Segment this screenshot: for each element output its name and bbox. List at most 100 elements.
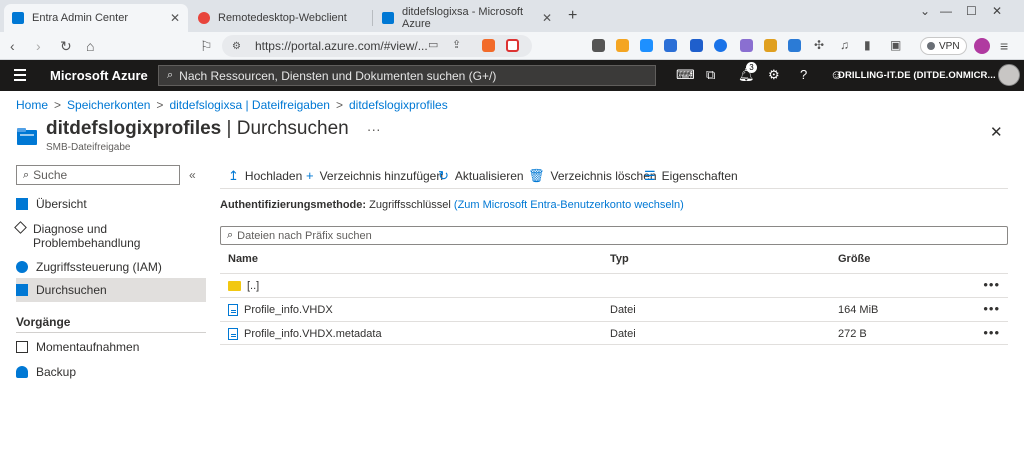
close-blade-icon[interactable]: ✕ [990, 123, 1003, 141]
tab-entra-admin-center[interactable]: Entra Admin Center ✕ [4, 4, 188, 32]
lock-icon[interactable] [764, 39, 777, 52]
bookmark-icon[interactable]: ⚐ [200, 38, 213, 55]
help-icon[interactable]: ? [800, 67, 807, 82]
wallet-icon[interactable]: ▣ [890, 38, 901, 52]
maximize-icon[interactable]: ☐ [966, 4, 977, 18]
back-icon[interactable]: ‹ [10, 38, 15, 54]
menu-item-label: Übersicht [36, 197, 87, 211]
portal-brand[interactable]: Microsoft Azure [50, 68, 148, 83]
menu-item-overview[interactable]: Übersicht [16, 197, 206, 213]
minimize-icon[interactable]: — [940, 4, 952, 18]
extension-icon[interactable] [640, 39, 653, 52]
row-name[interactable]: [..] [228, 280, 259, 292]
properties-button[interactable]: ☰ Eigenschaften [644, 168, 738, 184]
directory-filter-icon[interactable]: ⧉ [706, 67, 715, 83]
breadcrumb-separator: > [335, 98, 343, 112]
collapse-menu-icon[interactable]: « [189, 168, 196, 182]
extension-icon[interactable] [616, 39, 629, 52]
vpn-button[interactable]: VPN [920, 37, 967, 55]
row-name[interactable]: Profile_info.VHDX [228, 304, 333, 316]
brave-shield-icon[interactable] [482, 39, 495, 52]
prefix-search-input[interactable]: ⌕ Dateien nach Präfix suchen [220, 226, 1008, 245]
menu-search-input[interactable]: ⌕ Suche [16, 165, 180, 185]
menu-item-browse[interactable]: Durchsuchen [16, 278, 206, 302]
reload-icon[interactable]: ↻ [60, 38, 72, 55]
chevron-down-icon[interactable]: ⌄ [920, 4, 930, 18]
table-row[interactable]: Profile_info.VHDX Datei 164 MiB ••• [220, 297, 1008, 321]
file-share-icon [17, 128, 37, 145]
close-icon[interactable]: ✕ [170, 11, 180, 25]
menu-icon[interactable]: ≡ [1000, 38, 1008, 54]
home-icon[interactable]: ⌂ [86, 38, 94, 54]
row-type: Datei [610, 304, 636, 316]
row-name[interactable]: Profile_info.VHDX.metadata [228, 328, 382, 340]
command-label: Aktualisieren [454, 169, 524, 183]
new-tab-icon[interactable]: + [568, 7, 577, 25]
row-more-icon[interactable]: ••• [983, 325, 1000, 340]
site-info-icon[interactable]: ⚙ [232, 41, 241, 52]
puzzle-icon[interactable]: ✣ [814, 38, 824, 52]
more-options-icon[interactable]: ··· [367, 121, 381, 137]
menu-item-label: Backup [36, 365, 77, 379]
user-avatar[interactable] [998, 64, 1020, 86]
delete-directory-button[interactable]: 🗑︎ Verzeichnis löschen [528, 168, 657, 184]
menu-item-label: Diagnose und Problembehandlung [33, 222, 141, 250]
breadcrumb-share[interactable]: ditdefslogixprofiles [349, 98, 448, 112]
tab-divider [372, 10, 373, 26]
column-header-size[interactable]: Größe [838, 253, 870, 265]
extension-icon[interactable] [664, 39, 677, 52]
global-search-input[interactable]: ⌕ Nach Ressourcen, Diensten und Dokument… [158, 65, 656, 86]
breadcrumb-separator: > [156, 98, 164, 112]
close-window-icon[interactable]: ✕ [992, 4, 1002, 18]
entra-favicon-icon [12, 12, 24, 24]
settings-gear-icon[interactable]: ⚙ [768, 67, 780, 83]
resource-name: ditdefslogixprofiles [46, 118, 222, 139]
tab-azure[interactable]: ditdefslogixsa - Microsoft Azure ✕ [374, 4, 560, 32]
overview-icon [16, 198, 28, 210]
upload-button[interactable]: ↥ Hochladen [228, 168, 302, 184]
search-icon: ⌕ [227, 229, 234, 241]
menu-item-snapshots[interactable]: Momentaufnahmen [16, 340, 206, 356]
table-row[interactable]: [..] ••• [220, 273, 1008, 297]
extension-icon[interactable] [740, 39, 753, 52]
wrench-icon [14, 221, 27, 234]
switch-auth-link[interactable]: (Zum Microsoft Entra-Benutzerkonto wechs… [454, 199, 684, 211]
row-name-text: [..] [247, 280, 260, 292]
breadcrumb-home[interactable]: Home [16, 98, 48, 112]
extension-icon[interactable] [592, 39, 605, 52]
extension-icon[interactable] [690, 39, 703, 52]
profile-avatar[interactable] [974, 38, 990, 54]
menu-item-iam[interactable]: Zugriffssteuerung (IAM) [16, 260, 206, 276]
menu-item-label: Momentaufnahmen [36, 340, 140, 354]
forward-icon[interactable]: › [36, 38, 41, 54]
column-header-type[interactable]: Typ [610, 253, 629, 265]
menu-item-label: Durchsuchen [36, 283, 107, 297]
extension-icon[interactable] [714, 39, 727, 52]
menu-item-backup[interactable]: Backup [16, 365, 206, 381]
refresh-button[interactable]: ↻ Aktualisieren [438, 168, 524, 184]
brave-rewards-icon[interactable] [506, 39, 519, 52]
breadcrumb-file-shares[interactable]: ditdefslogixsa | Dateifreigaben [169, 98, 330, 112]
cloud-shell-icon[interactable]: ⌨ [676, 67, 695, 83]
row-more-icon[interactable]: ••• [983, 277, 1000, 292]
remotedesktop-favicon-icon [198, 12, 210, 24]
hamburger-menu-icon[interactable] [14, 69, 26, 84]
refresh-icon: ↻ [438, 168, 449, 183]
translate-icon[interactable] [788, 39, 801, 52]
tab-remotedesktop[interactable]: Remotedesktop-Webclient [190, 4, 370, 32]
table-row[interactable]: Profile_info.VHDX.metadata Datei 272 B •… [220, 321, 1008, 345]
share-icon[interactable]: ⇪ [452, 38, 461, 51]
tenant-name[interactable]: DRILLING-IT.DE (DITDE.ONMICR... [838, 70, 996, 81]
properties-icon: ☰ [644, 168, 656, 183]
column-header-name[interactable]: Name [228, 253, 258, 265]
menu-item-diagnose[interactable]: Diagnose und Problembehandlung [14, 221, 206, 250]
close-icon[interactable]: ✕ [542, 11, 552, 25]
cast-icon[interactable]: ▭ [428, 38, 438, 51]
breadcrumb-storage-accounts[interactable]: Speicherkonten [67, 98, 150, 112]
sidebar-icon[interactable]: ▮ [864, 38, 871, 52]
tab-label: Entra Admin Center [32, 12, 128, 24]
add-directory-button[interactable]: + Verzeichnis hinzufügen [306, 168, 443, 183]
row-size: 272 B [838, 328, 867, 340]
row-more-icon[interactable]: ••• [983, 301, 1000, 316]
music-icon[interactable]: ♫ [840, 38, 849, 52]
